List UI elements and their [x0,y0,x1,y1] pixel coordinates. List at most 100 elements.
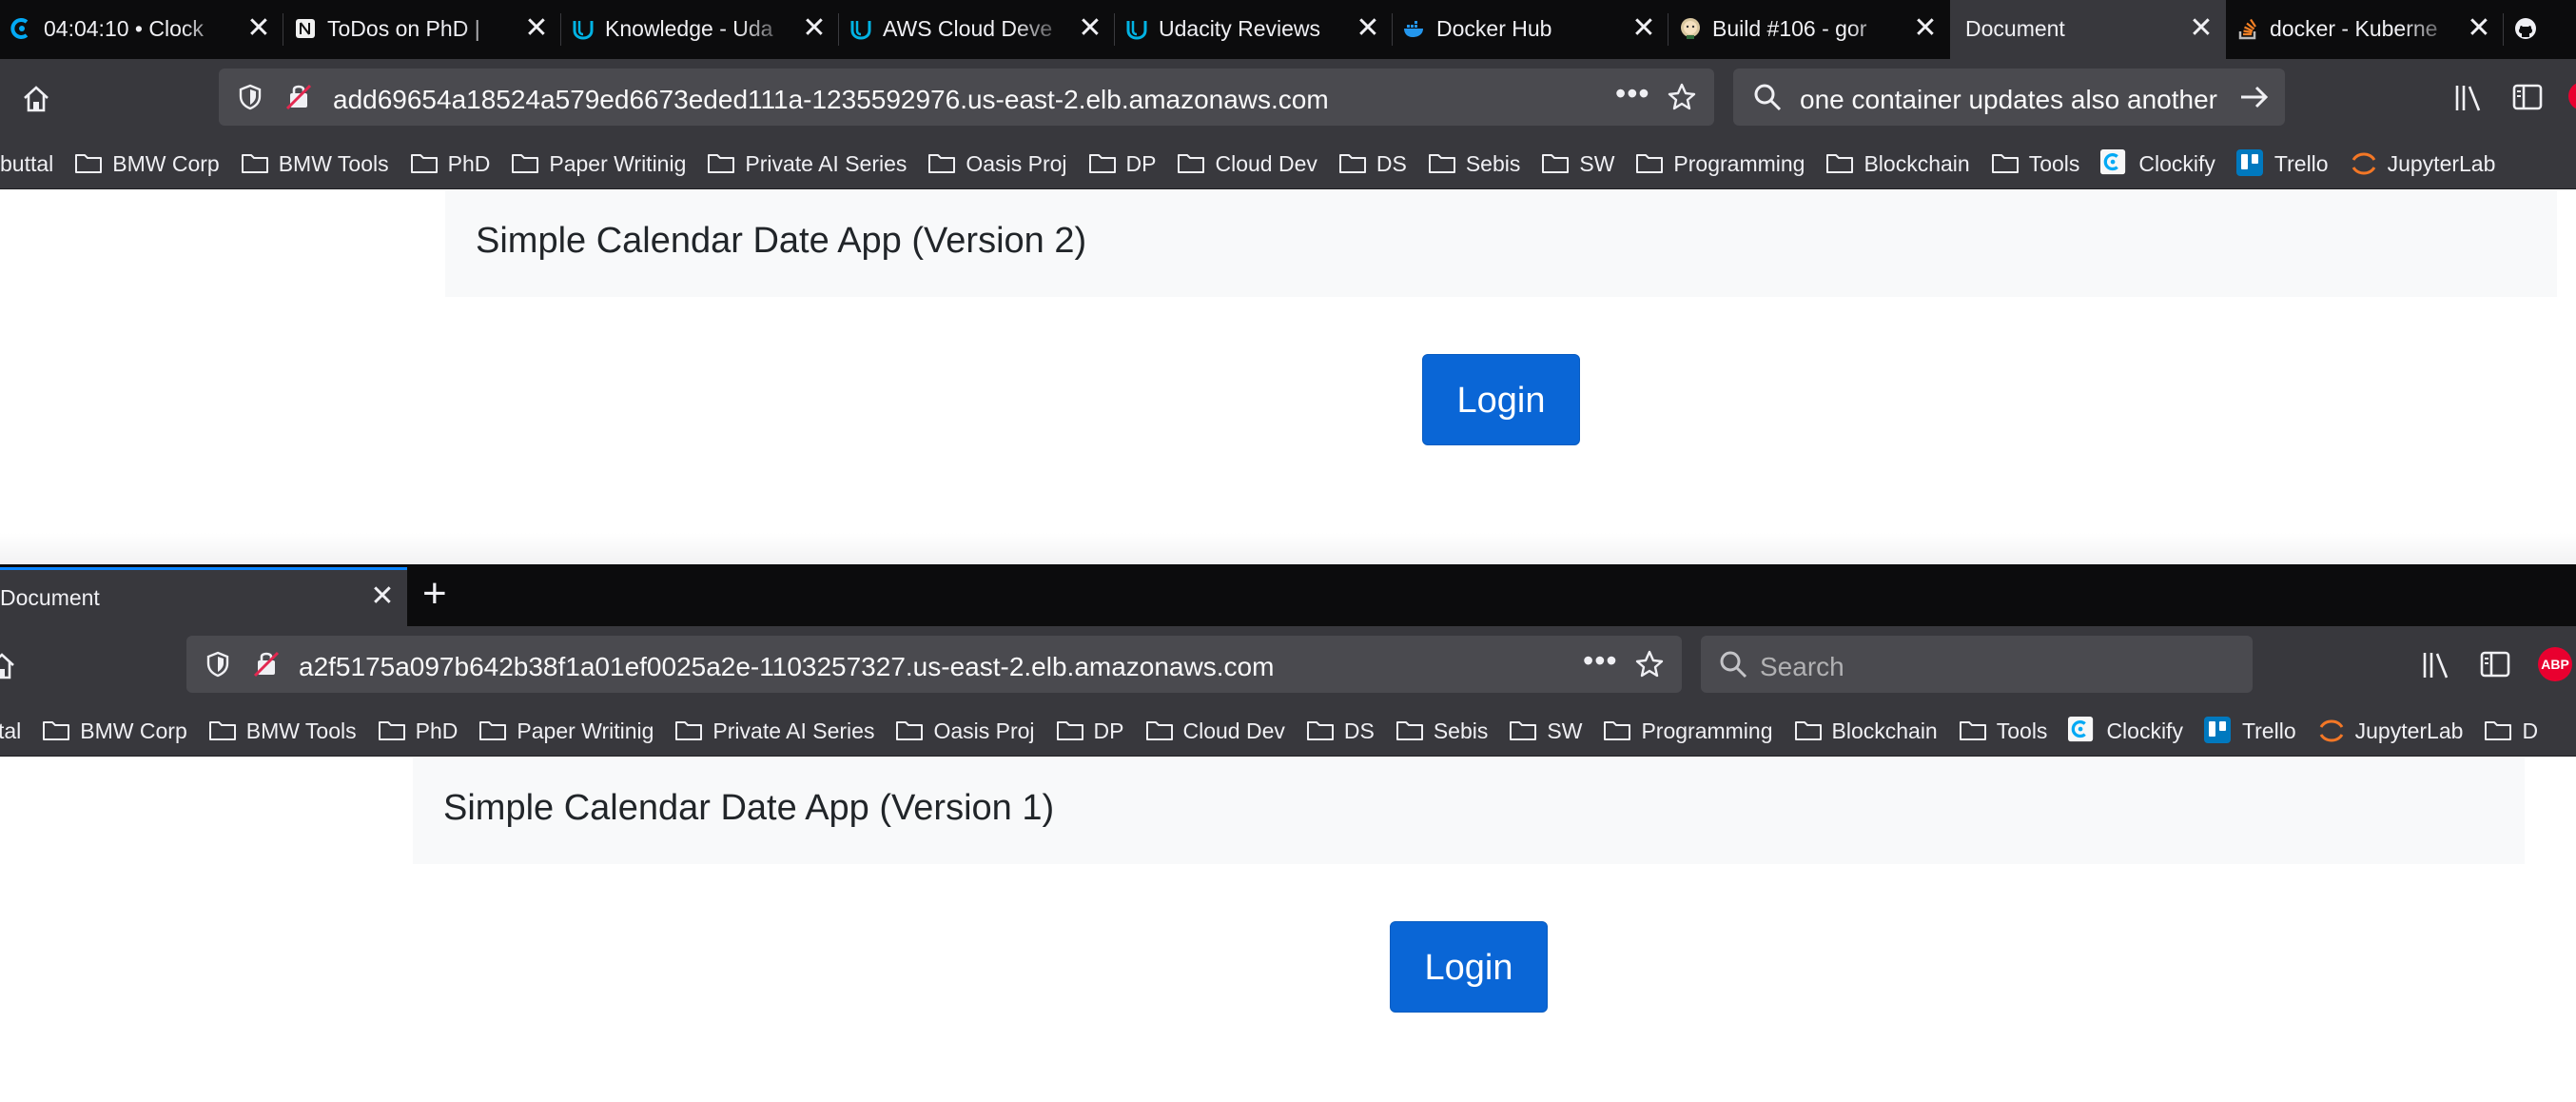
app-navbar: Simple Calendar Date App (Version 2) [445,190,2557,297]
search-bar[interactable]: Search [1701,636,2253,693]
folder-icon [1145,721,1173,740]
close-tab-icon[interactable]: ✕ [244,13,274,44]
tab-label: Document [1965,16,2065,41]
shield-icon[interactable] [238,84,263,110]
adblock-icon[interactable]: ABP [2538,647,2572,681]
bookmark-label: SW [1547,718,1583,743]
tab-label: ToDos on PhD | [327,16,480,41]
page-content: Simple Calendar Date App (Version 2) Log… [0,190,2576,567]
search-bar[interactable]: one container updates also another [1733,69,2285,126]
tab-strip: Document ✕ + [0,567,2576,626]
bookmarks-toolbar: buttal BMW Corp BMW Tools PhD Paper Writinig… [0,137,2576,189]
bookmark-label: Clockify [2138,151,2215,176]
jenkins-icon [1681,18,1700,39]
close-tab-icon[interactable]: ✕ [799,13,829,44]
bookmark-star-icon[interactable] [1667,82,1697,112]
login-button[interactable]: Login [1390,921,1548,1013]
tab-github[interactable]: gi [2504,0,2576,59]
folder-icon [1056,721,1083,740]
close-tab-icon[interactable]: ✕ [1629,13,1659,44]
folder-icon [512,154,539,173]
more-actions-icon[interactable]: ••• [1615,76,1650,111]
sidebar-icon[interactable] [2479,649,2511,679]
tab-jenkins-build[interactable]: Build #106 - gor ✕ [1669,0,1950,59]
close-tab-icon[interactable]: ✕ [1910,13,1941,44]
tab-label: Document [0,585,100,610]
window-shadow [0,533,2576,564]
folder-icon [410,154,438,173]
close-tab-icon[interactable]: ✕ [2186,13,2216,44]
more-actions-icon[interactable]: ••• [1583,643,1618,679]
insecure-lock-icon[interactable] [253,649,280,678]
sidebar-icon[interactable] [2511,82,2544,112]
bookmark-label: tal [0,718,22,743]
tab-notion[interactable]: ToDos on PhD | ✕ [283,0,561,59]
close-tab-icon[interactable]: ✕ [1353,13,1383,44]
folder-icon [241,154,268,173]
bookmark-label: PhD [447,151,491,176]
bookmark-label: Cloud Dev [1215,151,1317,176]
adblock-icon[interactable] [2568,82,2576,110]
tab-udacity-reviews[interactable]: Udacity Reviews ✕ [1115,0,1393,59]
folder-icon [1604,721,1631,740]
bookmark-label: Trello [2241,718,2296,743]
folder-icon [2485,721,2512,740]
bookmark-label: buttal [0,151,54,176]
folder-icon [75,154,103,173]
folder-icon [896,721,924,740]
login-button[interactable]: Login [1422,354,1580,445]
tab-document[interactable]: Document ✕ [1950,0,2226,59]
tab-udacity-knowledge[interactable]: Knowledge - Uda ✕ [561,0,839,59]
bookmark-label: Oasis Proj [966,151,1067,176]
new-tab-button[interactable]: + [422,573,447,615]
search-input-value[interactable]: one container updates also another [1800,85,2217,115]
folder-icon [1826,154,1854,173]
tab-clockify[interactable]: 04:04:10 • Clock ✕ [0,0,283,59]
folder-icon [378,721,405,740]
udacity-icon [573,21,594,40]
close-tab-icon[interactable]: ✕ [367,581,398,612]
bookmark-label: Blockchain [1831,718,1938,743]
shield-icon[interactable] [205,651,230,678]
close-tab-icon[interactable]: ✕ [1075,13,1105,44]
page-content: Simple Calendar Date App (Version 1) Log… [0,758,2576,1102]
url-bar[interactable]: a2f5175a097b642b38f1a01ef0025a2e-1103257… [186,636,1682,693]
bookmark-label: PhD [415,718,459,743]
app-title: Simple Calendar Date App (Version 2) [476,221,1087,261]
library-icon[interactable] [2420,649,2452,681]
bookmark-label: Private AI Series [712,718,875,743]
jupyterlab-icon [2319,719,2343,742]
folder-icon [1510,721,1537,740]
tab-docker-hub[interactable]: Docker Hub ✕ [1393,0,1669,59]
bookmark-label: BMW Corp [112,151,220,176]
search-icon [1754,84,1782,111]
tab-strip: 04:04:10 • Clock ✕ ToDos on PhD | ✕ Know… [0,0,2576,59]
bookmark-label: DP [1093,718,1124,743]
folder-icon [1991,154,2019,173]
library-icon[interactable] [2452,82,2485,114]
tab-label: 04:04:10 • Clock [44,16,204,41]
udacity-icon [850,21,871,40]
url-text[interactable]: a2f5175a097b642b38f1a01ef0025a2e-1103257… [299,652,1274,682]
folder-icon [675,721,703,740]
bookmark-label: Trello [2274,151,2329,176]
insecure-lock-icon[interactable] [285,82,312,110]
search-placeholder[interactable]: Search [1760,652,1844,682]
close-tab-icon[interactable]: ✕ [2464,13,2494,44]
stackoverflow-icon [2238,18,2256,40]
search-icon [1720,651,1747,679]
go-arrow-icon[interactable] [2237,82,2270,112]
close-tab-icon[interactable]: ✕ [521,13,552,44]
bookmark-star-icon[interactable] [1634,649,1665,679]
tab-stackoverflow[interactable]: docker - Kuberne ✕ [2226,0,2504,59]
folder-icon [43,721,70,740]
url-text[interactable]: add69654a18524a579ed6673eded111a-1235592… [333,85,1329,115]
home-icon[interactable] [0,651,17,681]
udacity-icon [1126,21,1147,40]
home-icon[interactable] [21,84,51,114]
url-bar[interactable]: add69654a18524a579ed6673eded111a-1235592… [219,69,1714,126]
tab-label: docker - Kuberne [2270,16,2438,41]
tab-document[interactable]: Document ✕ [0,567,407,626]
tab-aws-cloud-dev[interactable]: AWS Cloud Deve ✕ [839,0,1115,59]
folder-icon [1959,721,1986,740]
